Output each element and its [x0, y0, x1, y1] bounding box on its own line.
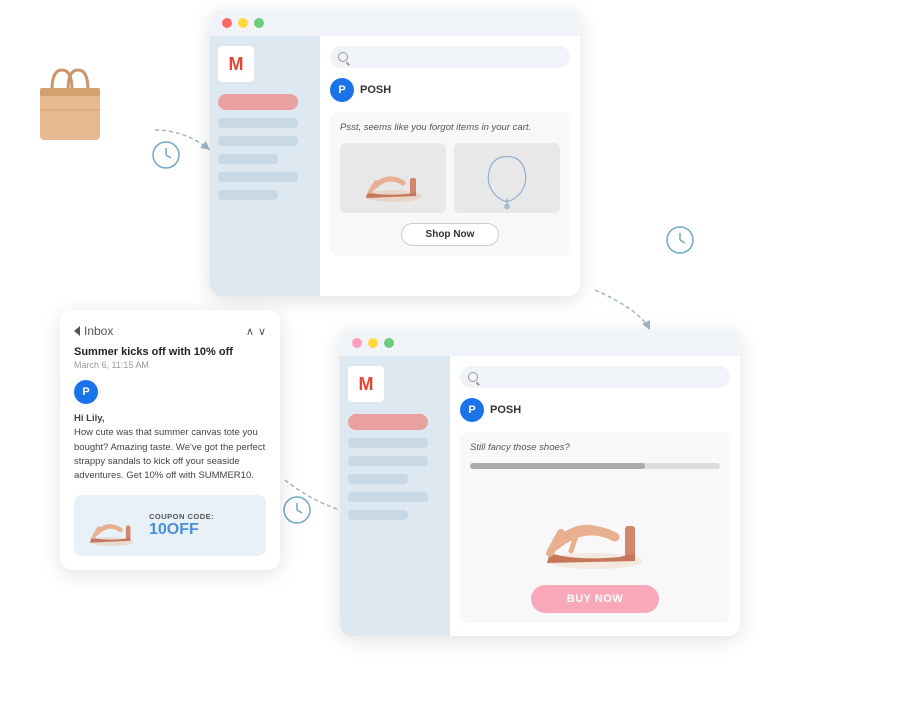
bottom-sidebar-panel: M [340, 356, 450, 636]
bottom-email-card: Still fancy those shoes? [460, 432, 730, 623]
bottom-sender-label: POSH [490, 404, 521, 416]
bottom-gmail-icon: M [348, 366, 384, 402]
dot-green [254, 18, 264, 28]
coupon-label: COUPON CODE: [149, 512, 214, 521]
bottom-posh-avatar: P [460, 398, 484, 422]
compose-button [218, 94, 298, 110]
product-image-sandal [340, 143, 446, 213]
bottom-search-icon [468, 372, 478, 382]
bottom-sidebar-line-4 [348, 492, 428, 502]
bottom-sender-row: P POSH [460, 398, 730, 422]
buy-now-button[interactable]: BUY NOW [531, 585, 659, 613]
search-bar[interactable] [330, 46, 570, 68]
email-panel: P POSH Psst, seems like you forgot items… [320, 36, 580, 296]
inbox-controls: ∧ ∨ [246, 325, 266, 338]
greeting: Hi Lily, [74, 413, 104, 424]
sender-row: P POSH [330, 78, 570, 102]
product-image-necklace [454, 143, 560, 213]
sidebar-line-1 [218, 118, 298, 128]
expand-icon[interactable]: ∧ [246, 325, 254, 338]
sidebar-panel: M [210, 36, 320, 296]
dot-pink [352, 338, 362, 348]
browser-body: M P POSH Psst, seems like you forgot ite… [210, 36, 580, 296]
bottom-sidebar-line-1 [348, 438, 428, 448]
coupon-text: COUPON CODE: 10OFF [149, 512, 214, 539]
email-date: March 6, 11:15 AM [74, 360, 266, 370]
bottom-browser-titlebar [340, 330, 740, 356]
bottom-browser-window: M P POSH Still fancy those shoes? [340, 330, 740, 636]
collapse-icon[interactable]: ∨ [258, 325, 266, 338]
product-images [340, 143, 560, 213]
email-body-text: Hi Lily, How cute was that summer canvas… [74, 412, 266, 483]
sender-label: POSH [360, 84, 391, 96]
bottom-sidebar-line-2 [348, 456, 428, 466]
sidebar-line-4 [218, 172, 298, 182]
body-text: How cute was that summer canvas tote you… [74, 427, 265, 481]
inbox-label: Inbox [84, 324, 113, 338]
back-chevron-icon [74, 326, 80, 336]
bottom-compose-button [348, 414, 428, 430]
coupon-code: 10OFF [149, 521, 214, 539]
coupon-card: COUPON CODE: 10OFF [74, 495, 266, 556]
email-card-text: Psst, seems like you forgot items in you… [340, 122, 560, 133]
dot-yellow [238, 18, 248, 28]
sidebar-line-3 [218, 154, 278, 164]
mobile-window: Inbox ∧ ∨ Summer kicks off with 10% off … [60, 310, 280, 570]
sidebar-line-2 [218, 136, 298, 146]
search-icon [338, 52, 348, 62]
mobile-sender-row: P [74, 380, 266, 404]
email-subject: Summer kicks off with 10% off [74, 346, 266, 358]
email-card: Psst, seems like you forgot items in you… [330, 112, 570, 256]
top-browser-window: M P POSH Psst, seems like you forgot ite… [210, 10, 580, 296]
posh-avatar: P [330, 78, 354, 102]
dot-red [222, 18, 232, 28]
tote-bag [30, 60, 110, 150]
bottom-browser-body: M P POSH Still fancy those shoes? [340, 356, 740, 636]
inbox-header: Inbox ∧ ∨ [74, 324, 266, 338]
bottom-email-panel: P POSH Still fancy those shoes? [450, 356, 740, 636]
bottom-email-card-text: Still fancy those shoes? [470, 442, 720, 453]
bottom-sidebar-line-3 [348, 474, 408, 484]
dot-yellow-2 [368, 338, 378, 348]
sidebar-line-5 [218, 190, 278, 200]
inbox-back[interactable]: Inbox [74, 324, 113, 338]
shop-now-button[interactable]: Shop Now [401, 223, 500, 246]
bottom-search-bar[interactable] [460, 366, 730, 388]
coupon-shoe-image [84, 503, 139, 548]
gmail-icon: M [218, 46, 254, 82]
dot-green-2 [384, 338, 394, 348]
browser-titlebar [210, 10, 580, 36]
bottom-sidebar-line-5 [348, 510, 408, 520]
mobile-posh-avatar: P [74, 380, 98, 404]
